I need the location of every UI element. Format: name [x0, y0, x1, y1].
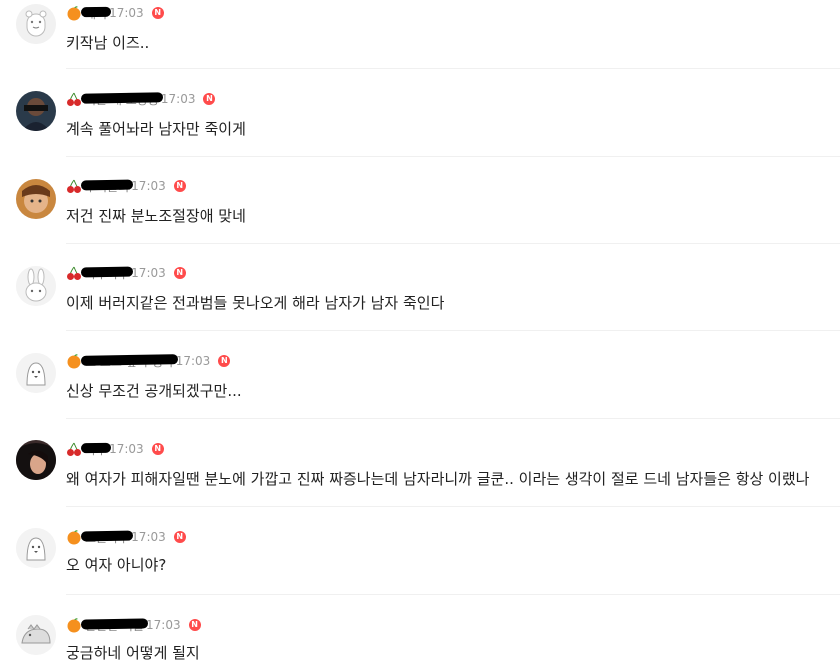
comment-text: 궁금하네 어떻게 될지	[66, 644, 200, 662]
nickname-redaction	[80, 6, 112, 17]
divider	[66, 243, 840, 244]
avatar[interactable]	[16, 91, 56, 131]
timestamp: 17:03	[109, 6, 144, 20]
nickname[interactable]: 또 보고 싶어 생각	[80, 353, 178, 370]
divider	[66, 594, 840, 595]
divider	[66, 68, 840, 69]
nickname-redaction	[80, 266, 134, 277]
avatar[interactable]	[16, 528, 56, 568]
new-badge: N	[151, 7, 164, 19]
cherry-level-icon	[66, 265, 82, 281]
nickname-redaction	[80, 530, 134, 541]
timestamp: 17:03	[131, 266, 166, 280]
nickname-redaction	[80, 91, 163, 104]
nickname-redaction	[80, 617, 149, 630]
cherry-level-icon	[66, 91, 82, 107]
orange-level-icon	[66, 529, 82, 545]
comment-text: 이제 버러지같은 전과범들 못나오게 해라 남자가 남자 죽인다	[66, 294, 445, 312]
nickname-redaction	[80, 442, 112, 453]
cherry-level-icon	[66, 178, 82, 194]
timestamp: 17:03	[131, 179, 166, 193]
new-badge: N	[173, 531, 186, 543]
avatar[interactable]	[16, 353, 56, 393]
timestamp: 17:03	[146, 618, 181, 632]
new-badge: N	[188, 619, 201, 631]
new-badge: N	[173, 267, 186, 279]
avatar[interactable]	[16, 440, 56, 480]
nickname[interactable]: 기분 내 도망중	[80, 91, 163, 108]
timestamp: 17:03	[175, 354, 211, 368]
new-badge: N	[218, 355, 231, 367]
nickname[interactable]: 오늘하루	[80, 529, 134, 546]
nickname-redaction	[80, 353, 178, 366]
divider	[66, 418, 840, 419]
new-badge: N	[173, 180, 186, 192]
orange-level-icon	[66, 5, 82, 21]
orange-level-icon	[66, 617, 82, 633]
timestamp: 17:03	[160, 92, 196, 106]
avatar[interactable]	[16, 4, 56, 44]
comment-text: 저건 진짜 분노조절장애 맞네	[66, 207, 246, 225]
nickname[interactable]: 해피	[80, 5, 112, 22]
divider	[66, 330, 840, 331]
nickname[interactable]: 나무	[80, 441, 112, 458]
comment-text: 왜 여자가 피해자일땐 분노에 가깝고 진짜 짜증나는데 남자라니까 글쿤.. …	[66, 470, 810, 488]
timestamp: 17:03	[109, 442, 144, 456]
avatar[interactable]	[16, 179, 56, 219]
new-badge: N	[203, 93, 216, 105]
comment-text: 계속 풀어놔라 남자만 죽이게	[66, 120, 246, 138]
nickname-redaction	[80, 179, 134, 190]
cherry-level-icon	[66, 441, 82, 457]
nickname[interactable]: 우리들의	[80, 178, 134, 195]
avatar[interactable]	[16, 266, 56, 306]
comment-text: 오 여자 아니야?	[66, 556, 167, 574]
new-badge: N	[151, 443, 164, 455]
comment-text: 신상 무조건 공개되겠구만...	[66, 382, 242, 400]
orange-level-icon	[66, 353, 82, 369]
avatar[interactable]	[16, 615, 56, 655]
nickname[interactable]: 하루하루	[80, 265, 134, 282]
nickname[interactable]: 한잔한 이불	[80, 617, 149, 634]
divider	[66, 506, 840, 507]
comment-text: 키작남 이즈..	[66, 34, 150, 52]
timestamp: 17:03	[131, 530, 166, 544]
divider	[66, 156, 840, 157]
